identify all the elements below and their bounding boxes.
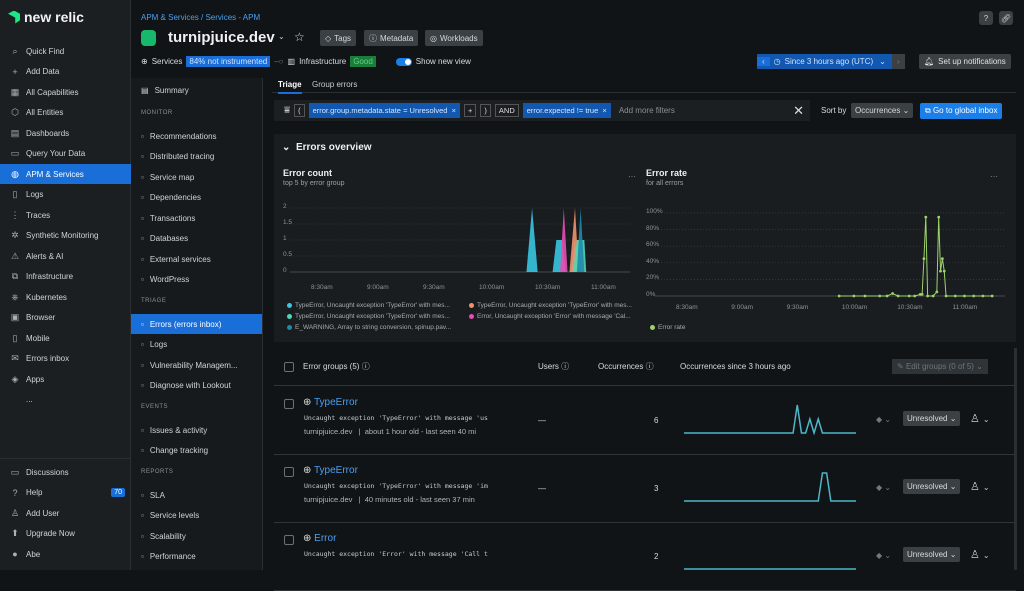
globe-icon: ⊕: [303, 533, 312, 544]
data-point: [990, 294, 994, 298]
occurrences-value: 3: [654, 484, 659, 493]
globe-icon: ⊕: [303, 397, 312, 408]
line-series: [839, 217, 993, 297]
error-message: Uncaught exception 'TypeError' with mess…: [304, 482, 488, 490]
occurrences-value: 2: [654, 552, 659, 561]
users-value: —: [538, 416, 546, 425]
data-point: [953, 294, 957, 298]
error-group-link[interactable]: ⊕ TypeError: [303, 465, 358, 476]
data-point: [922, 257, 926, 261]
assign-user-icon[interactable]: ♙ ⌄: [970, 412, 990, 425]
x-tick-label: 9:00am: [731, 304, 753, 311]
table-header: Error groups (5) ⓘ Users ⓘ Occurrences ⓘ…: [274, 348, 1016, 386]
data-point: [940, 257, 944, 261]
data-point: [920, 292, 924, 296]
data-point: [907, 294, 911, 298]
legend-item[interactable]: E_WARNING, Array to string conversion, s…: [287, 324, 451, 331]
table-row[interactable]: ⊕ TypeError Uncaught exception 'TypeErro…: [274, 455, 1016, 523]
error-message: Uncaught exception 'Error' with message …: [304, 550, 488, 558]
x-tick-label: 9:00am: [367, 284, 389, 291]
y-tick-label: 40%: [646, 257, 660, 265]
legend-item[interactable]: Error, Uncaught exception 'Error' with m…: [469, 313, 631, 320]
row-checkbox[interactable]: [284, 535, 294, 545]
status-select[interactable]: Unresolved ⌄: [903, 411, 961, 426]
legend-item[interactable]: TypeError, Uncaught exception 'TypeError…: [287, 313, 450, 320]
assign-user-icon[interactable]: ♙ ⌄: [970, 480, 990, 493]
error-entity[interactable]: turnipjuice.dev | 40 minutes old - last …: [304, 495, 475, 504]
x-tick-label: 10:30am: [535, 284, 561, 291]
data-point: [942, 269, 946, 273]
legend-item[interactable]: TypeError, Uncaught exception 'TypeError…: [287, 302, 450, 309]
data-point: [913, 294, 917, 298]
row-checkbox[interactable]: [284, 467, 294, 477]
x-tick-label: 10:30am: [897, 304, 923, 311]
priority-dropdown[interactable]: ◆ ⌄: [876, 551, 891, 560]
y-tick-label: 60%: [646, 241, 660, 249]
header-users: Users ⓘ: [538, 362, 570, 371]
y-tick-label: 80%: [646, 224, 660, 232]
status-select[interactable]: Unresolved ⌄: [903, 547, 961, 562]
y-tick-label: 0%: [646, 291, 656, 298]
edit-groups-button[interactable]: ✎ Edit groups (0 of 5) ⌄: [892, 359, 988, 374]
status-select[interactable]: Unresolved ⌄: [903, 479, 961, 494]
data-point: [885, 294, 889, 298]
data-point: [837, 294, 841, 298]
y-tick-label: 20%: [646, 274, 660, 282]
data-point: [944, 294, 948, 298]
scrollbar[interactable]: [1014, 348, 1017, 570]
x-tick-label: 11:00am: [952, 304, 978, 311]
users-value: —: [538, 484, 546, 493]
error-entity[interactable]: turnipjuice.dev | about 1 hour old - las…: [304, 427, 476, 436]
header-occurrences-since: Occurrences since 3 hours ago: [680, 362, 791, 371]
x-tick-label: 10:00am: [479, 284, 505, 291]
occurrence-sparkline: [684, 568, 856, 570]
data-point: [924, 215, 928, 219]
y-tick-label: 100%: [646, 208, 663, 215]
data-point: [896, 294, 900, 298]
table-row[interactable]: ⊕ TypeError Uncaught exception 'TypeErro…: [274, 387, 1016, 455]
x-tick-label: 8:30am: [676, 304, 698, 311]
data-point: [937, 215, 941, 219]
header-occurrences: Occurrences ⓘ: [598, 362, 654, 371]
data-point: [935, 290, 939, 294]
select-all-checkbox[interactable]: [284, 361, 294, 372]
data-point: [981, 294, 985, 298]
table-row[interactable]: ⊕ Error Uncaught exception 'Error' with …: [274, 523, 1016, 591]
priority-dropdown[interactable]: ◆ ⌄: [876, 415, 891, 424]
y-tick-label: 1.5: [283, 219, 293, 226]
occurrences-value: 6: [654, 416, 659, 425]
x-tick-label: 9:30am: [786, 304, 809, 311]
x-tick-label: 10:00am: [841, 304, 868, 311]
row-checkbox[interactable]: [284, 399, 294, 409]
x-tick-label: 9:30am: [423, 284, 445, 291]
occurrence-sparkline: [684, 472, 856, 502]
data-point: [891, 292, 895, 295]
y-tick-label: 1: [283, 235, 287, 242]
x-tick-label: 11:00am: [591, 284, 616, 291]
data-point: [878, 294, 882, 298]
error-group-link[interactable]: ⊕ Error: [303, 533, 336, 544]
y-tick-label: 0.5: [283, 251, 293, 258]
error-message: Uncaught exception 'TypeError' with mess…: [304, 414, 488, 422]
data-point: [963, 294, 966, 298]
data-point: [931, 294, 935, 298]
assign-user-icon[interactable]: ♙ ⌄: [970, 548, 990, 561]
data-point: [972, 294, 976, 298]
data-point: [852, 294, 856, 298]
error-group-link[interactable]: ⊕ TypeError: [303, 397, 358, 408]
priority-dropdown[interactable]: ◆ ⌄: [876, 483, 891, 492]
header-error-groups: Error groups (5) ⓘ: [303, 362, 370, 371]
occurrence-sparkline: [684, 404, 856, 435]
data-point: [863, 294, 867, 298]
x-tick-label: 8:30am: [311, 284, 333, 291]
data-point: [926, 294, 930, 298]
y-tick-label: 2: [283, 203, 287, 210]
legend-item[interactable]: Error rate: [650, 324, 685, 331]
legend-item[interactable]: TypeError, Uncaught exception 'TypeError…: [469, 302, 632, 309]
y-tick-label: 0: [283, 267, 287, 274]
globe-icon: ⊕: [303, 465, 312, 476]
data-point: [939, 269, 942, 273]
